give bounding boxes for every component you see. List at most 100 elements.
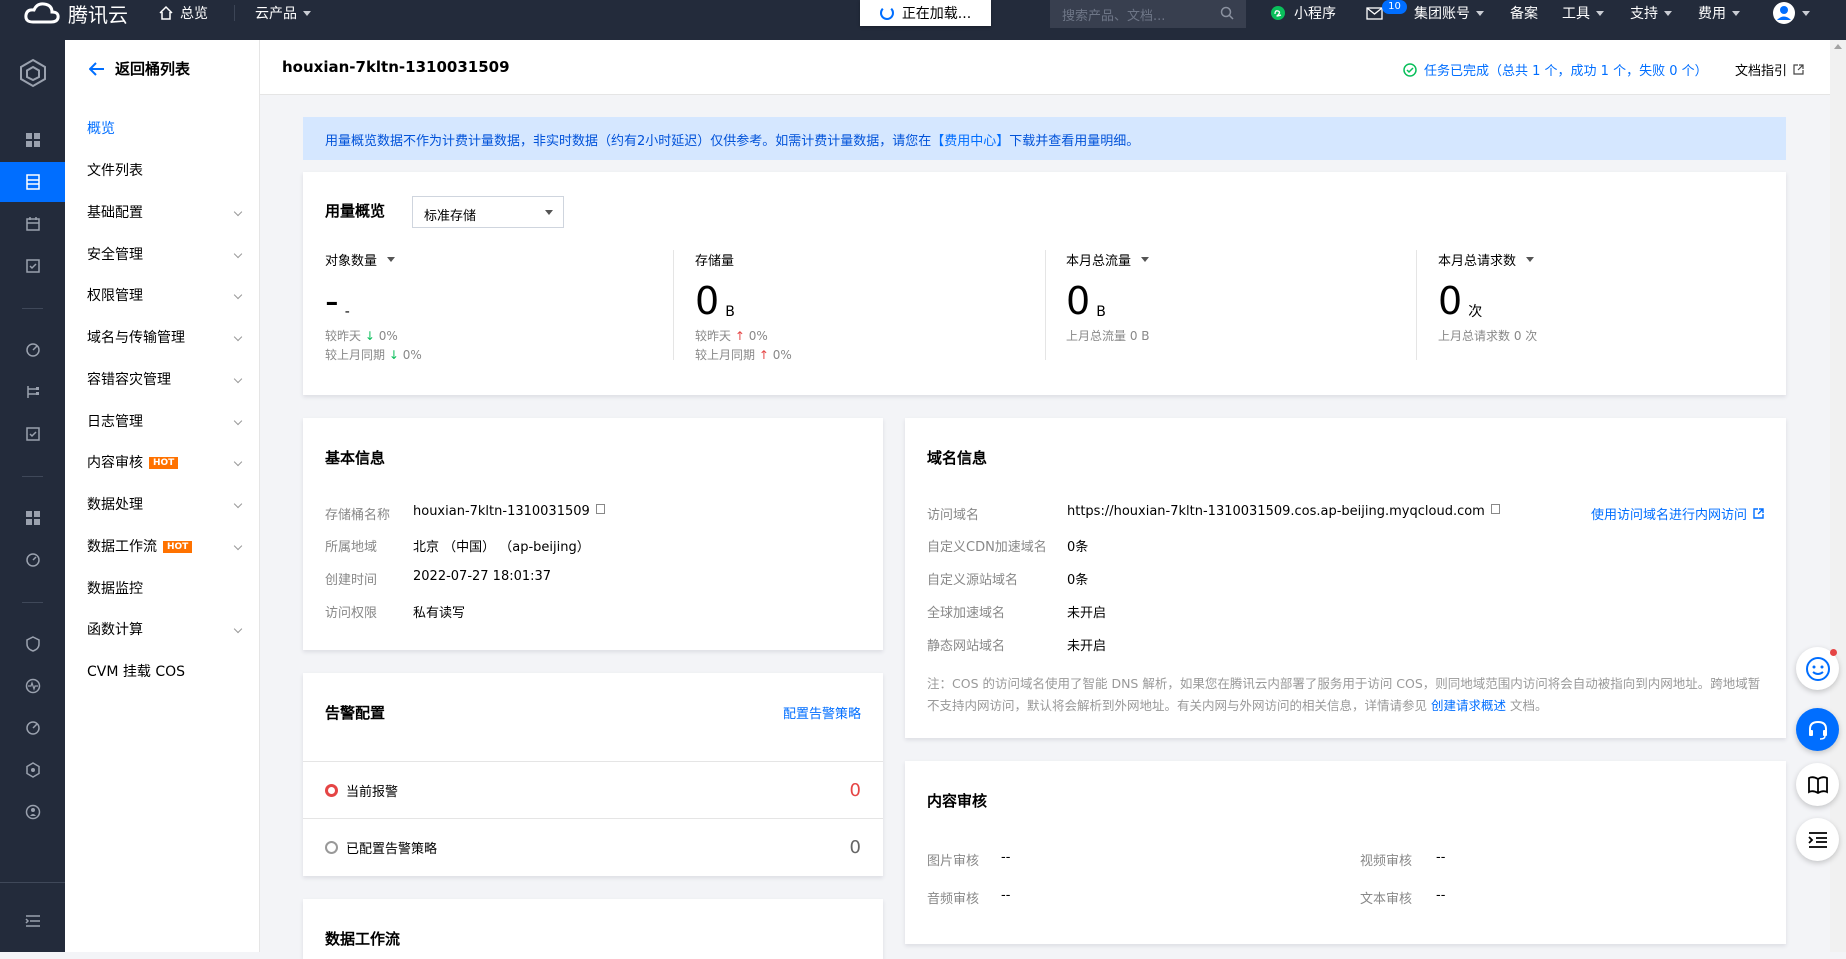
sidebar-item-file-list[interactable]: 文件列表	[87, 160, 247, 180]
chevron-down-icon	[233, 332, 243, 342]
sidebar-item-data-processing[interactable]: 数据处理	[87, 494, 247, 514]
miniprogram-link[interactable]: 小程序	[1270, 0, 1336, 26]
compare-label: 上月总请求数 0 次	[1438, 329, 1538, 343]
sidebar-item-content-audit[interactable]: 内容审核 HOT	[87, 452, 247, 472]
overview-link[interactable]: 总览	[158, 0, 208, 26]
user-avatar-menu[interactable]	[1772, 0, 1810, 26]
brand-logo[interactable]: 腾讯云	[24, 0, 128, 27]
configure-alarm-link[interactable]: 配置告警策略	[783, 703, 861, 722]
pulse-icon[interactable]	[0, 666, 65, 706]
billing-center-link[interactable]: 【费用中心】	[931, 134, 1009, 149]
dashboard-icon[interactable]	[0, 120, 65, 160]
copy-icon[interactable]	[595, 504, 605, 514]
chevron-down-icon	[233, 499, 243, 509]
intranet-access-link[interactable]: 使用访问域名进行内网访问	[1591, 504, 1764, 523]
sidebar-item-functions[interactable]: 函数计算	[87, 619, 247, 639]
group-account-menu[interactable]: 集团账号	[1414, 0, 1484, 26]
domain-row: 静态网站域名 未开启	[927, 635, 1106, 654]
chevron-down-icon	[233, 374, 243, 384]
sidebar-item-domain-transfer[interactable]: 域名与传输管理	[87, 327, 247, 347]
apps-icon[interactable]	[0, 498, 65, 538]
check-circle-icon	[1403, 62, 1417, 77]
sidebar-item-label: 权限管理	[87, 288, 143, 304]
gauge-icon[interactable]	[0, 540, 65, 580]
chevron-down-icon	[233, 207, 243, 217]
customer-service-button[interactable]	[1796, 708, 1839, 751]
scrollbar[interactable]	[1830, 40, 1846, 952]
current-alarm-row[interactable]: 当前报警 0	[303, 761, 883, 818]
sidebar-item-logs[interactable]: 日志管理	[87, 411, 247, 431]
spinner-icon	[879, 6, 894, 20]
sidebar-item-data-workflow[interactable]: 数据工作流 HOT	[87, 536, 247, 556]
back-to-bucket-list[interactable]: 返回桶列表	[89, 58, 190, 79]
sidebar-item-label: 数据监控	[87, 581, 143, 597]
book-icon	[1807, 775, 1828, 794]
audit-title: 内容审核	[927, 792, 988, 810]
menu-collapse-icon[interactable]	[0, 901, 65, 941]
task-status[interactable]: 任务已完成（总共 1 个，成功 1 个，失败 0 个）	[1403, 60, 1708, 79]
speed-icon[interactable]	[0, 708, 65, 748]
headset-icon	[1808, 720, 1827, 740]
sidebar-item-cvm-mount[interactable]: CVM 挂载 COS	[87, 661, 247, 681]
divider	[1045, 250, 1046, 360]
chevron-down-icon	[1664, 10, 1672, 16]
search-icon[interactable]	[1220, 6, 1234, 20]
hexagon-icon[interactable]	[0, 750, 65, 790]
request-overview-link[interactable]: 创建请求概述	[1431, 698, 1506, 713]
user-circle-icon[interactable]	[0, 792, 65, 832]
doc-guide-link[interactable]: 文档指引	[1735, 60, 1804, 79]
calendar-icon[interactable]	[0, 204, 65, 244]
search-placeholder: 搜索产品、文档...	[1062, 9, 1166, 24]
task-icon[interactable]	[0, 414, 65, 454]
chevron-down-icon[interactable]	[387, 257, 396, 262]
assistant-button[interactable]	[1796, 647, 1839, 690]
miniprogram-icon	[1271, 6, 1285, 20]
search-input[interactable]: 搜索产品、文档...	[1050, 0, 1246, 28]
shield-icon[interactable]	[0, 624, 65, 664]
audit-row: 文本审核 --	[1360, 888, 1445, 907]
monitor-icon[interactable]	[0, 330, 65, 370]
domain-row: 全球加速域名 未开启	[927, 602, 1106, 621]
docs-button[interactable]	[1796, 763, 1839, 806]
outline-button[interactable]	[1796, 818, 1839, 861]
products-menu[interactable]: 云产品	[255, 0, 311, 26]
sidebar-item-label: 域名与传输管理	[87, 330, 185, 346]
cos-product-icon[interactable]	[0, 48, 65, 98]
record-link[interactable]: 备案	[1510, 0, 1538, 26]
configured-policy-row[interactable]: 已配置告警策略 0	[303, 818, 883, 875]
chevron-down-icon[interactable]	[1141, 257, 1150, 262]
info-value: 2022-07-27 18:01:37	[413, 569, 552, 584]
info-key: 所属地域	[325, 540, 378, 555]
sidebar-item-overview[interactable]: 概览	[87, 118, 247, 138]
scroll-up-icon[interactable]	[1834, 44, 1842, 49]
domain-value: 0条	[1067, 540, 1089, 555]
basic-info-title: 基本信息	[325, 449, 386, 467]
arrow-left-icon	[89, 61, 104, 76]
sidebar-item-data-monitor[interactable]: 数据监控	[87, 578, 247, 598]
red-circle-icon	[325, 783, 338, 797]
usage-overview-card: 用量概览 标准存储 对象数量 -- 较昨天 ↓ 0% 较上月同期 ↓ 0% 存储量…	[303, 172, 1786, 395]
mail-button[interactable]	[1366, 0, 1383, 26]
batch-icon[interactable]	[0, 246, 65, 286]
sidebar-item-permissions[interactable]: 权限管理	[87, 285, 247, 305]
compare-label: 较上月同期	[325, 348, 386, 362]
audit-row: 视频审核 --	[1360, 850, 1445, 869]
storage-class-select[interactable]: 标准存储	[412, 196, 564, 228]
billing-menu[interactable]: 费用	[1698, 0, 1740, 26]
support-menu[interactable]: 支持	[1630, 0, 1672, 26]
info-row: 存储桶名称 houxian-7kltn-1310031509	[325, 504, 605, 523]
bucket-list-icon[interactable]	[0, 162, 65, 202]
domain-key: 自定义源站域名	[927, 573, 1019, 588]
sidebar-item-security[interactable]: 安全管理	[87, 244, 247, 264]
arrow-up-icon: ↑	[734, 329, 745, 343]
divider	[0, 882, 65, 883]
tree-icon[interactable]	[0, 372, 65, 412]
tools-menu[interactable]: 工具	[1562, 0, 1604, 26]
divider	[1416, 250, 1417, 360]
sidebar-item-disaster-recovery[interactable]: 容错容灾管理	[87, 369, 247, 389]
doc-guide-label: 文档指引	[1735, 64, 1788, 79]
divider	[22, 602, 43, 603]
chevron-down-icon[interactable]	[1526, 257, 1535, 262]
copy-icon[interactable]	[1490, 504, 1500, 514]
sidebar-item-basic-config[interactable]: 基础配置	[87, 202, 247, 222]
